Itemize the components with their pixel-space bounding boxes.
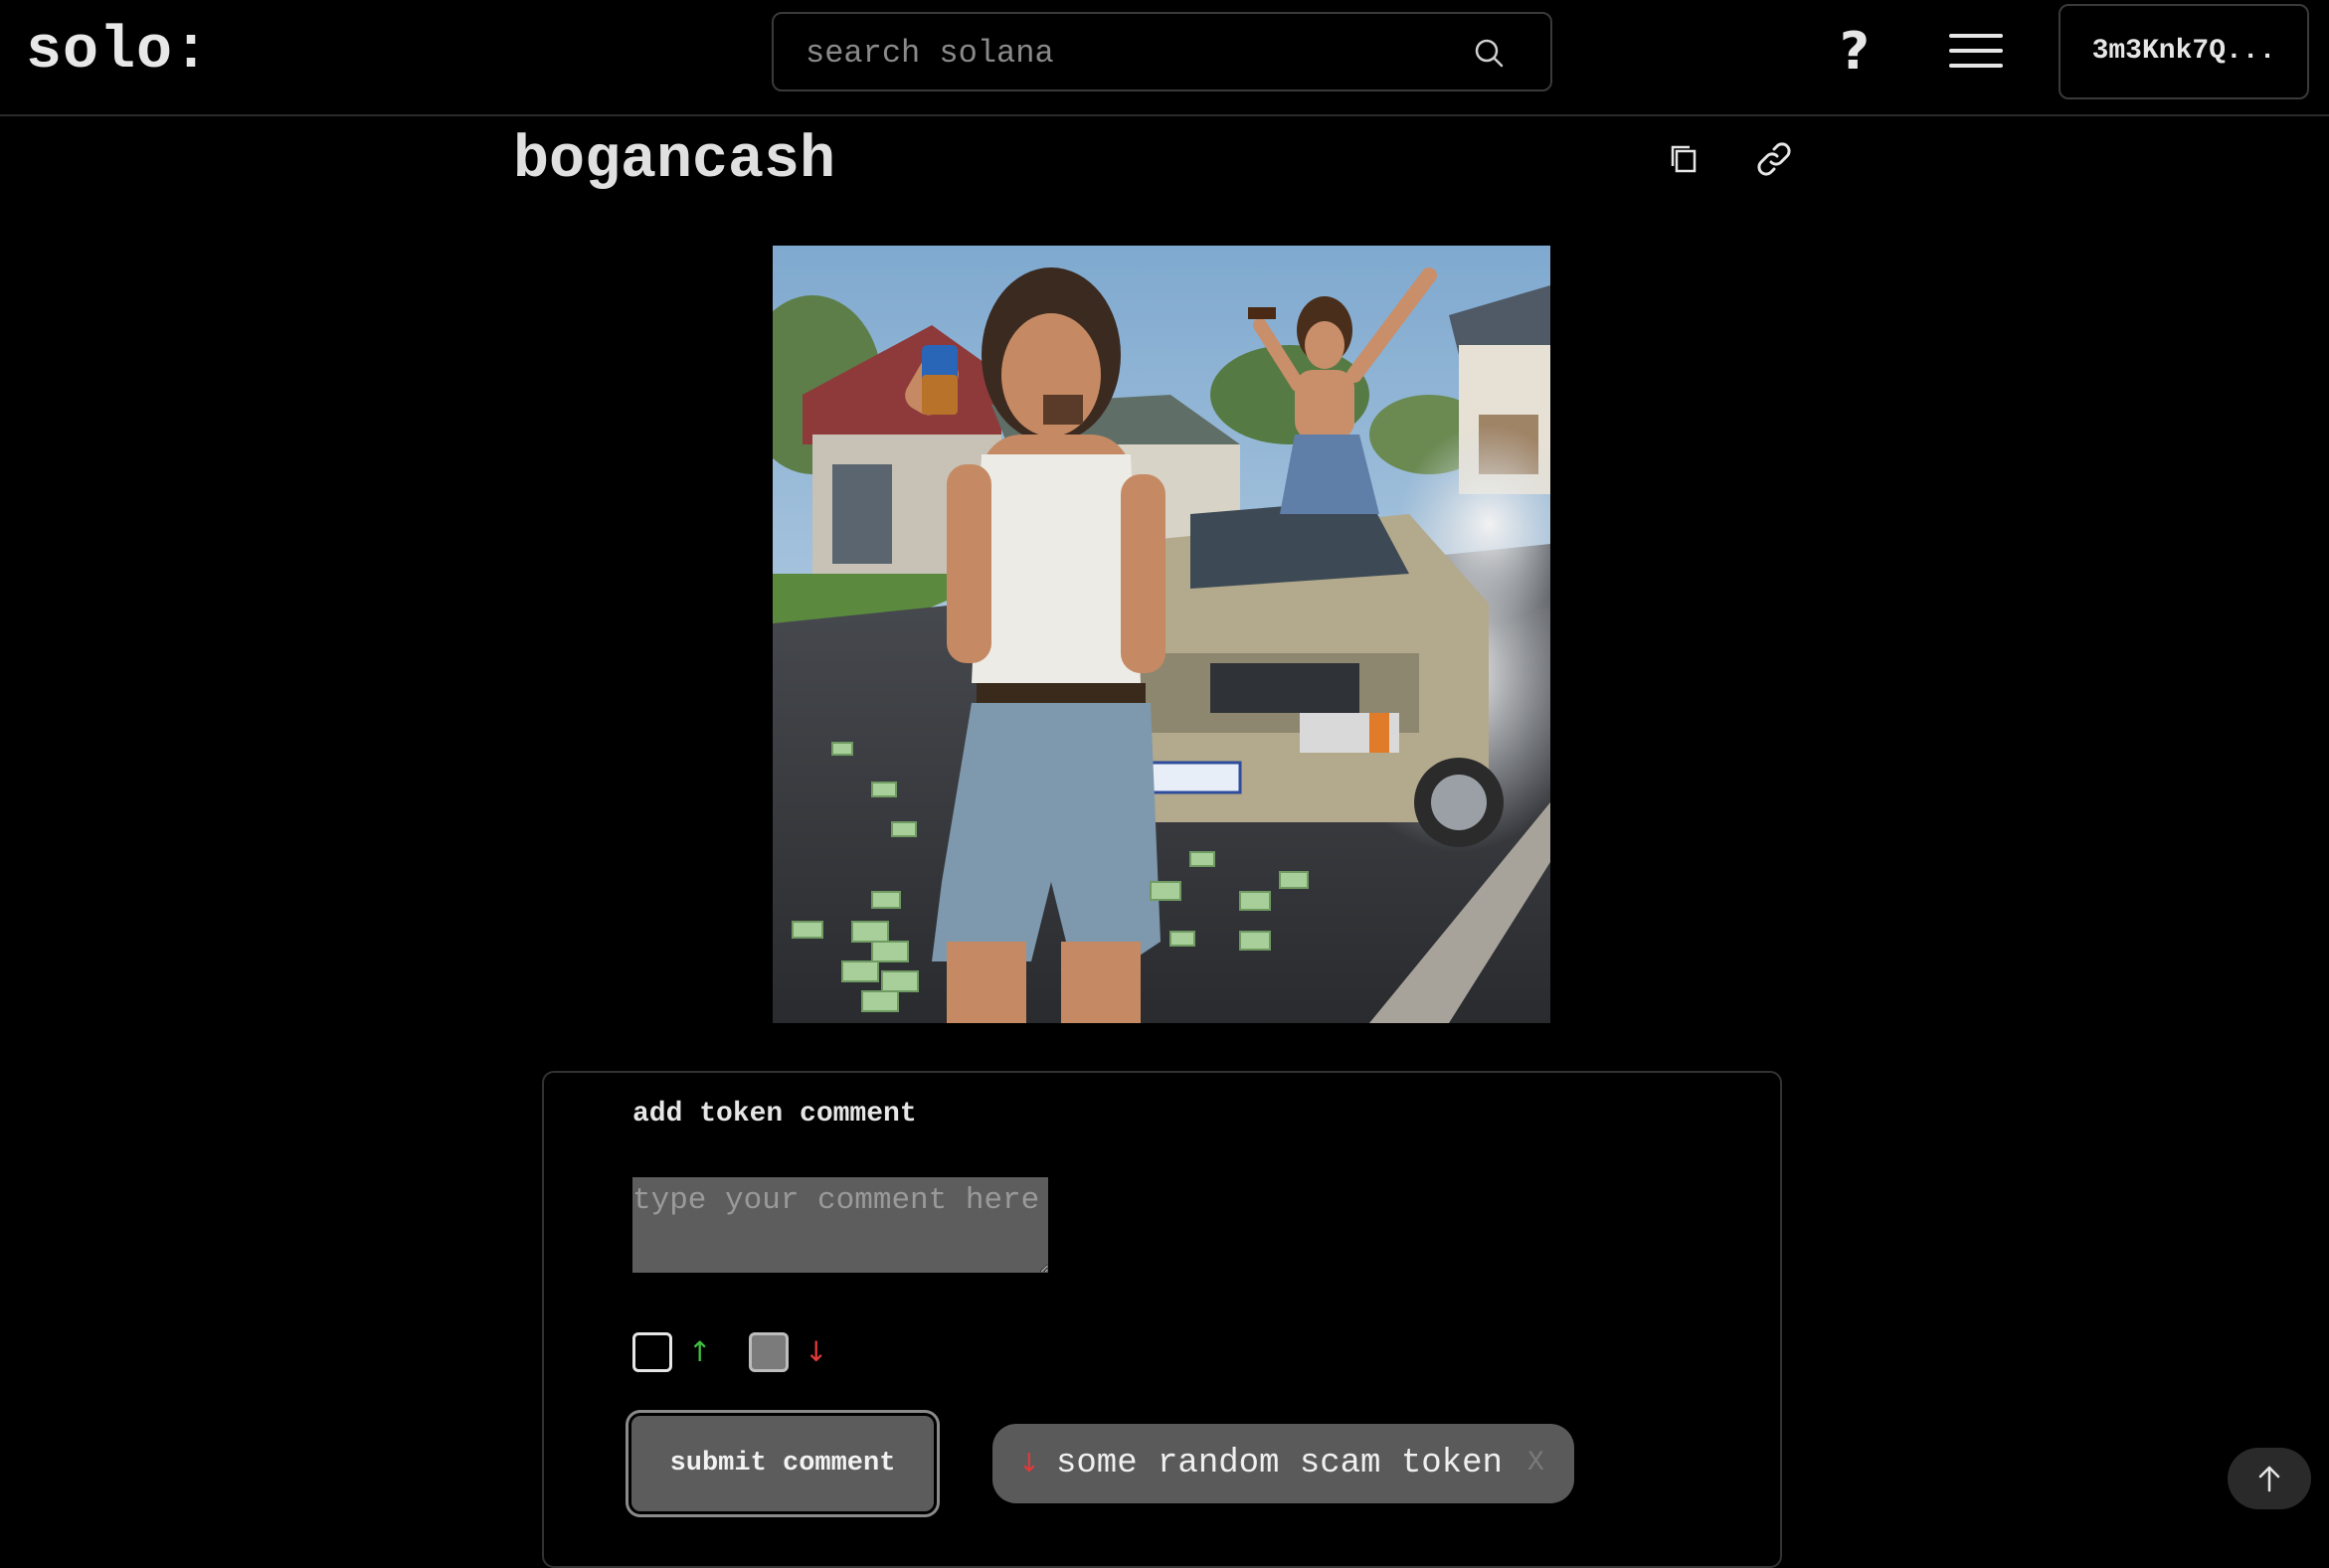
tag-label: some random scam token — [1056, 1445, 1503, 1482]
up-arrow-icon: ↑ — [688, 1335, 712, 1368]
comment-heading: add token comment — [632, 1099, 917, 1130]
comment-textarea[interactable] — [632, 1177, 1048, 1273]
question-mark-icon[interactable]: ? — [1835, 20, 1875, 84]
link-icon[interactable] — [1752, 137, 1796, 181]
search-icon[interactable] — [1470, 34, 1510, 74]
down-arrow-icon: ↓ — [805, 1335, 828, 1368]
search-input[interactable] — [804, 28, 1440, 78]
submit-comment-button[interactable]: submit comment — [626, 1410, 940, 1517]
arrow-up-icon — [2258, 1466, 2280, 1492]
vote-selector: ↑ ↓ — [632, 1332, 931, 1372]
comment-panel: add token comment ↑ ↓ submit comment ↓ s… — [542, 1071, 1782, 1568]
token-title: bogancash — [513, 127, 836, 195]
top-navigation-bar: solo: ? 3m3Knk7Q... — [0, 0, 2329, 116]
scroll-to-top-button[interactable] — [2228, 1448, 2311, 1509]
down-arrow-icon: ↓ — [1018, 1449, 1040, 1479]
upvote-checkbox[interactable] — [632, 1332, 672, 1372]
copy-icon[interactable] — [1665, 139, 1704, 179]
token-artwork-image — [773, 246, 1550, 1023]
downvote-checkbox[interactable] — [749, 1332, 789, 1372]
remove-tag-icon[interactable]: X — [1527, 1424, 1544, 1503]
hamburger-menu-icon[interactable] — [1949, 34, 2003, 70]
site-logo[interactable]: solo: — [26, 14, 210, 89]
wallet-button[interactable]: 3m3Knk7Q... — [2059, 4, 2309, 99]
selected-tag-chip[interactable]: ↓ some random scam token X — [992, 1424, 1574, 1503]
search-bar[interactable] — [772, 12, 1552, 91]
